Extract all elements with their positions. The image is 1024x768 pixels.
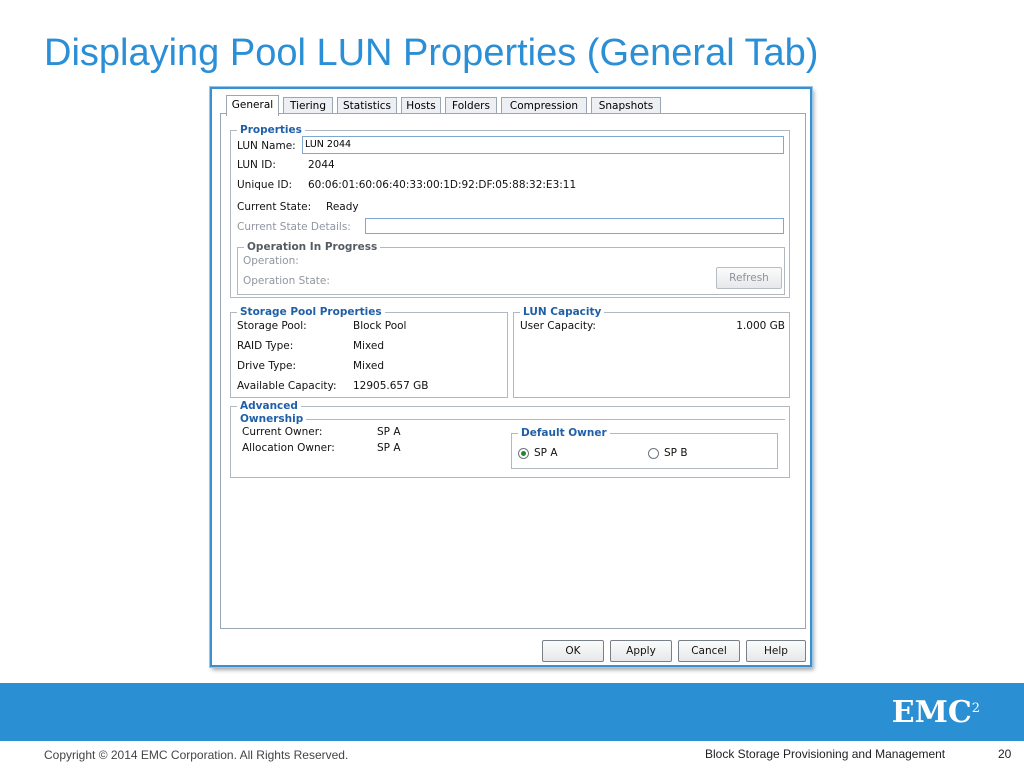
current-state-value: Ready [326,201,359,213]
sp-a-radio[interactable] [518,448,529,459]
available-capacity-value: 12905.657 GB [353,380,429,392]
tab-hosts[interactable]: Hosts [401,97,441,114]
lun-id-label: LUN ID: [237,159,276,171]
advanced-title: Advanced [237,399,301,413]
copyright-text: Copyright © 2014 EMC Corporation. All Ri… [44,748,349,762]
storage-pool-label: Storage Pool: [237,320,307,332]
ownership-title: Ownership [237,412,307,426]
emc-logo-text: EMC [891,695,972,730]
drive-type-value: Mixed [353,360,384,372]
sp-b-label[interactable]: SP B [664,447,688,460]
cancel-button[interactable]: Cancel [678,640,740,662]
lun-id-value: 2044 [308,159,335,171]
general-tab-panel: Properties LUN Name: LUN 2044 LUN ID: 20… [220,113,806,629]
operation-state-label: Operation State: [243,275,330,287]
user-capacity-value: 1.000 GB [736,320,785,332]
current-owner-label: Current Owner: [242,426,323,438]
tab-general[interactable]: General [226,95,279,116]
properties-title: Properties [237,123,305,137]
storage-pool-value: Block Pool [353,320,407,332]
drive-type-label: Drive Type: [237,360,296,372]
storage-pool-title: Storage Pool Properties [237,305,385,319]
sp-a-label[interactable]: SP A [534,447,558,460]
lun-name-label: LUN Name: [237,140,296,152]
current-state-details-input[interactable] [365,218,784,234]
unique-id-value: 60:06:01:60:06:40:33:00:1D:92:DF:05:88:3… [308,179,577,191]
footer-bar: EMC2 [0,683,1024,741]
tab-folders[interactable]: Folders [445,97,497,114]
sp-b-radio[interactable] [648,448,659,459]
default-owner-title: Default Owner [518,426,610,440]
lun-capacity-title: LUN Capacity [520,305,605,319]
raid-type-label: RAID Type: [237,340,294,352]
lun-name-input[interactable]: LUN 2044 [302,136,784,154]
current-owner-value: SP A [377,426,401,438]
storage-pool-group: Storage Pool Properties Storage Pool: Bl… [230,305,508,398]
unique-id-label: Unique ID: [237,179,293,191]
help-button[interactable]: Help [746,640,806,662]
advanced-group: Advanced Ownership Current Owner: SP A A… [230,399,790,478]
allocation-owner-label: Allocation Owner: [242,442,335,454]
emc-logo: EMC2 [892,697,980,729]
apply-button[interactable]: Apply [610,640,672,662]
tab-compression[interactable]: Compression [501,97,587,114]
current-state-details-label: Current State Details: [237,221,351,233]
refresh-button[interactable]: Refresh [716,267,782,289]
properties-group: Properties LUN Name: LUN 2044 LUN ID: 20… [230,123,790,298]
operation-group: Operation In Progress Operation: Operati… [237,240,785,295]
user-capacity-label: User Capacity: [520,320,596,332]
allocation-owner-value: SP A [377,442,401,454]
default-owner-group: Default Owner SP A SP B [511,426,778,469]
slide-title: Displaying Pool LUN Properties (General … [44,32,819,74]
tab-statistics[interactable]: Statistics [337,97,397,114]
slide-subtitle: Block Storage Provisioning and Managemen… [705,747,946,761]
available-capacity-label: Available Capacity: [237,380,337,392]
operation-label: Operation: [243,255,299,267]
current-state-label: Current State: [237,201,312,213]
tab-snapshots[interactable]: Snapshots [591,97,661,114]
ok-button[interactable]: OK [542,640,604,662]
lun-capacity-group: LUN Capacity User Capacity: 1.000 GB [513,305,790,398]
tab-tiering[interactable]: Tiering [283,97,333,114]
page-number: 20 [998,747,1012,761]
ownership-group: Ownership Current Owner: SP A Allocation… [237,412,785,473]
operation-title: Operation In Progress [244,240,381,254]
emc-logo-superscript: 2 [971,701,980,716]
raid-type-value: Mixed [353,340,384,352]
lun-properties-dialog: General Tiering Statistics Hosts Folders… [210,87,812,667]
